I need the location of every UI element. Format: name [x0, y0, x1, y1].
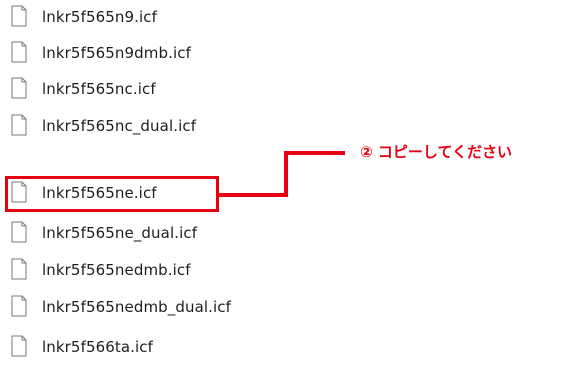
file-icon [11, 258, 27, 280]
list-item[interactable]: lnkr5f565nc_dual.icf [0, 109, 300, 145]
file-icon [11, 5, 27, 27]
file-name: lnkr5f565nc_dual.icf [42, 117, 197, 135]
file-icon [11, 114, 27, 136]
file-icon [11, 295, 27, 317]
list-item[interactable]: lnkr5f565nedmb.icf [0, 253, 300, 289]
file-icon [11, 77, 27, 99]
file-icon [11, 41, 27, 63]
list-item[interactable]: lnkr5f565nc.icf [0, 72, 300, 108]
callout-instruction: ② コピーしてください [360, 143, 513, 161]
file-name: lnkr5f565nedmb.icf [42, 261, 191, 279]
file-icon [11, 221, 27, 243]
list-item[interactable]: lnkr5f565nedmb_dual.icf [0, 290, 300, 326]
list-item[interactable]: lnkr5f566ta.icf [0, 330, 300, 366]
file-name: lnkr5f565nc.icf [42, 80, 156, 98]
file-name: lnkr5f565nedmb_dual.icf [42, 298, 232, 316]
file-icon [11, 335, 27, 357]
file-name: lnkr5f565n9.icf [42, 8, 157, 26]
file-name: lnkr5f566ta.icf [42, 338, 154, 356]
list-item[interactable]: lnkr5f565n9dmb.icf [0, 36, 300, 72]
list-item[interactable]: lnkr5f565n9.icf [0, 0, 300, 36]
list-item[interactable]: lnkr5f565ne_dual.icf [0, 216, 300, 252]
highlight-box [5, 176, 219, 212]
file-name: lnkr5f565ne_dual.icf [42, 224, 198, 242]
file-name: lnkr5f565n9dmb.icf [42, 44, 191, 62]
